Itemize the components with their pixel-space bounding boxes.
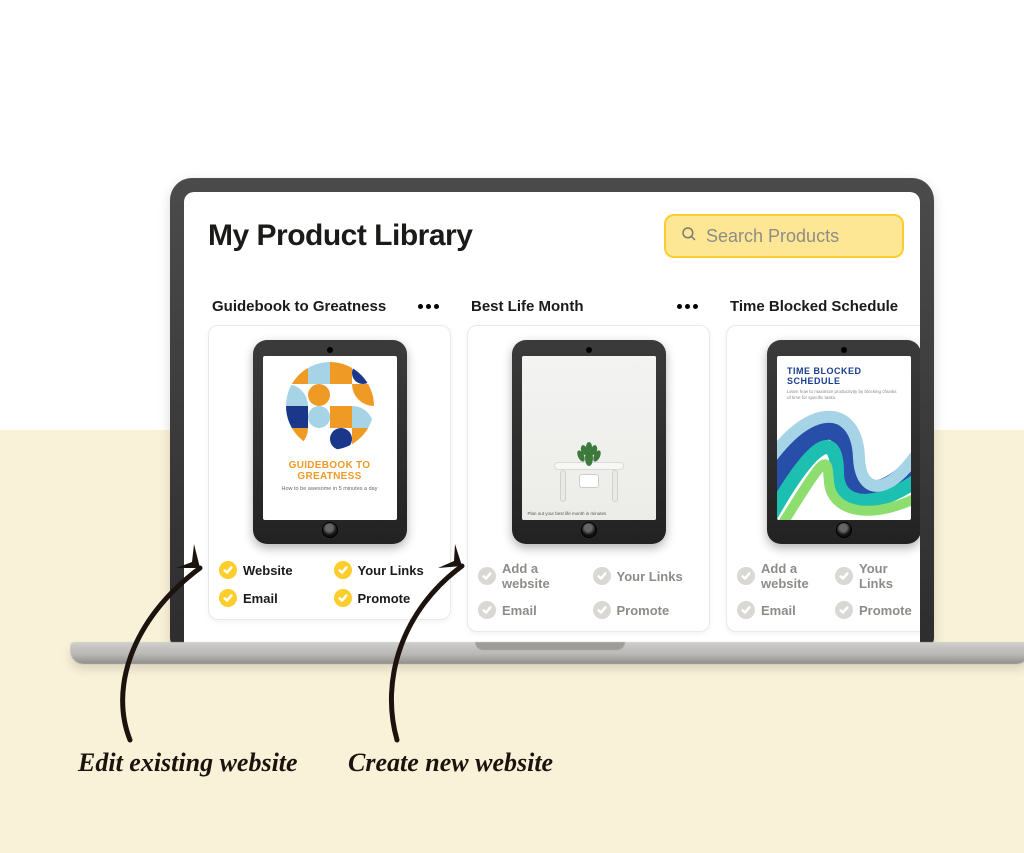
product-chips: Website Your Links Email bbox=[219, 561, 440, 607]
cover-caption: Plan out your best life month in minutes bbox=[528, 511, 607, 516]
tablet-mockup: Plan out your best life month in minutes bbox=[512, 340, 666, 544]
chip-promote[interactable]: Promote bbox=[334, 589, 441, 607]
product-card: Guidebook to Greatness bbox=[208, 298, 451, 632]
laptop-frame: My Product Library Search Products Guide… bbox=[170, 178, 934, 648]
chip-email[interactable]: Email bbox=[219, 589, 326, 607]
product-title: Time Blocked Schedule bbox=[730, 298, 920, 315]
chip-label: Email bbox=[761, 603, 796, 618]
product-cover: Plan out your best life month in minutes bbox=[478, 340, 699, 545]
cover-title: TIME BLOCKED SCHEDULE bbox=[787, 366, 901, 386]
check-icon bbox=[835, 567, 853, 585]
search-placeholder: Search Products bbox=[706, 226, 839, 247]
chip-label: Email bbox=[243, 591, 278, 606]
chip-website[interactable]: Website bbox=[219, 561, 326, 579]
chip-label: Your Links bbox=[859, 561, 920, 591]
more-menu-icon[interactable] bbox=[414, 300, 443, 313]
check-icon bbox=[737, 601, 755, 619]
cover-art: Plan out your best life month in minutes bbox=[522, 356, 656, 520]
product-card: Time Blocked Schedule TIME BLOCKED SCHED… bbox=[726, 298, 920, 632]
cover-art bbox=[286, 362, 374, 450]
cover-art: TIME BLOCKED SCHEDULE Learn how to maxim… bbox=[777, 356, 911, 520]
chip-promote[interactable]: Promote bbox=[835, 601, 920, 619]
cover-subtitle: How to be awesome in 5 minutes a day bbox=[282, 486, 378, 492]
search-icon bbox=[680, 225, 698, 248]
laptop-screen: My Product Library Search Products Guide… bbox=[184, 192, 920, 648]
chip-your-links[interactable]: Your Links bbox=[334, 561, 441, 579]
chip-email[interactable]: Email bbox=[737, 601, 827, 619]
cover-title: GUIDEBOOK TO GREATNESS bbox=[267, 460, 393, 482]
chip-add-website[interactable]: Add a website bbox=[737, 561, 827, 591]
chip-label: Your Links bbox=[617, 569, 683, 584]
product-cards: Guidebook to Greatness bbox=[208, 298, 920, 632]
chip-label: Add a website bbox=[761, 561, 827, 591]
check-icon bbox=[835, 601, 853, 619]
product-title: Guidebook to Greatness bbox=[212, 298, 408, 315]
check-icon bbox=[737, 567, 755, 585]
chip-add-website[interactable]: Add a website bbox=[478, 561, 585, 591]
app-page: My Product Library Search Products Guide… bbox=[184, 192, 920, 632]
page-title: My Product Library bbox=[208, 219, 648, 253]
check-icon bbox=[334, 589, 352, 607]
chip-label: Website bbox=[243, 563, 293, 578]
check-icon bbox=[478, 601, 496, 619]
tablet-mockup: GUIDEBOOK TO GREATNESS How to be awesome… bbox=[253, 340, 407, 544]
laptop-base bbox=[70, 642, 1024, 664]
product-cover: TIME BLOCKED SCHEDULE Learn how to maxim… bbox=[737, 340, 920, 545]
product-card: Best Life Month bbox=[467, 298, 710, 632]
product-card-body[interactable]: TIME BLOCKED SCHEDULE Learn how to maxim… bbox=[726, 325, 920, 632]
product-chips: Add a website Your Links Email bbox=[478, 561, 699, 619]
chip-promote[interactable]: Promote bbox=[593, 601, 700, 619]
chip-your-links[interactable]: Your Links bbox=[593, 561, 700, 591]
product-title: Best Life Month bbox=[471, 298, 667, 315]
annotation-right: Create new website bbox=[348, 748, 553, 778]
chip-your-links[interactable]: Your Links bbox=[835, 561, 920, 591]
search-input[interactable]: Search Products bbox=[664, 214, 904, 258]
chip-label: Email bbox=[502, 603, 537, 618]
tablet-mockup: TIME BLOCKED SCHEDULE Learn how to maxim… bbox=[767, 340, 920, 544]
chip-label: Promote bbox=[358, 591, 411, 606]
chip-label: Add a website bbox=[502, 561, 585, 591]
check-icon bbox=[593, 567, 611, 585]
product-card-body[interactable]: Plan out your best life month in minutes… bbox=[467, 325, 710, 632]
more-menu-icon[interactable] bbox=[673, 300, 702, 313]
chip-label: Promote bbox=[859, 603, 912, 618]
check-icon bbox=[478, 567, 496, 585]
product-cover: GUIDEBOOK TO GREATNESS How to be awesome… bbox=[219, 340, 440, 545]
check-icon bbox=[334, 561, 352, 579]
check-icon bbox=[593, 601, 611, 619]
chip-label: Your Links bbox=[358, 563, 424, 578]
topbar: My Product Library Search Products bbox=[208, 214, 920, 258]
check-icon bbox=[219, 561, 237, 579]
cover-subtitle: Learn how to maximize productivity by bl… bbox=[787, 389, 901, 401]
annotation-left: Edit existing website bbox=[78, 748, 298, 778]
chip-email[interactable]: Email bbox=[478, 601, 585, 619]
check-icon bbox=[219, 589, 237, 607]
product-card-body[interactable]: GUIDEBOOK TO GREATNESS How to be awesome… bbox=[208, 325, 451, 620]
chip-label: Promote bbox=[617, 603, 670, 618]
product-chips: Add a website Your Links Email bbox=[737, 561, 920, 619]
